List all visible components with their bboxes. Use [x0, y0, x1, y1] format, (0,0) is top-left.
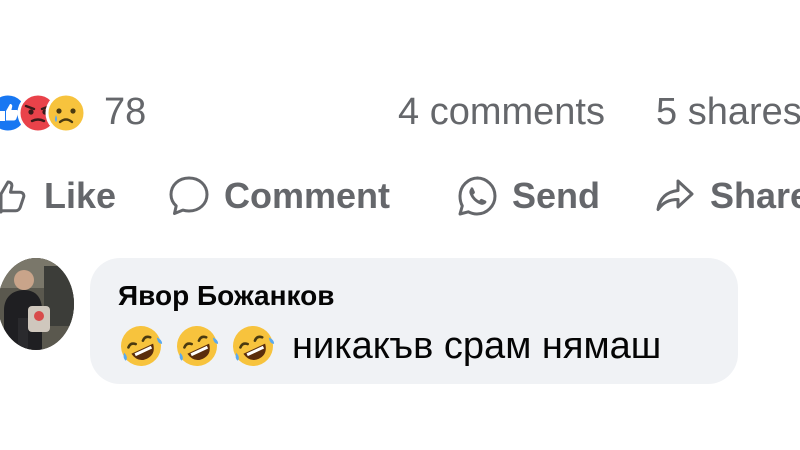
share-button[interactable]: Share	[652, 168, 800, 224]
comment-button[interactable]: Comment	[166, 168, 390, 224]
commenter-avatar[interactable]	[0, 258, 74, 350]
like-label: Like	[44, 175, 117, 216]
thumbs-up-icon	[0, 180, 26, 214]
comment-text: никакъв срам нямаш	[118, 322, 661, 370]
send-button[interactable]: Send	[454, 168, 600, 224]
reaction-icons[interactable]	[0, 91, 96, 135]
comment-body: никакъв срам нямаш	[292, 324, 662, 367]
comments-count-link[interactable]: 4 comments	[398, 90, 605, 134]
rolling-on-floor-laughing-icon	[233, 326, 275, 366]
rolling-on-floor-laughing-icon	[177, 326, 219, 366]
comment-label: Comment	[224, 175, 391, 216]
reactions-summary: 78 4 comments 5 shares	[0, 84, 800, 140]
reaction-count[interactable]: 78	[104, 90, 146, 134]
send-label: Send	[512, 175, 601, 216]
whatsapp-icon	[458, 176, 497, 216]
avatar-photo	[0, 258, 74, 350]
post-action-bar: Like Comment Send Share	[0, 168, 800, 224]
shares-count-link[interactable]: 5 shares	[656, 90, 800, 134]
share-label: Share	[710, 175, 800, 216]
rolling-on-floor-laughing-icon	[121, 326, 163, 366]
comment-bubble: Явор Божанков никакъв срам нямаш	[90, 258, 738, 384]
comment-author[interactable]: Явор Божанков	[118, 280, 334, 312]
comment-bubble-icon	[169, 176, 209, 215]
like-button[interactable]: Like	[0, 168, 116, 224]
share-arrow-icon	[656, 179, 694, 211]
sad-icon	[45, 92, 87, 134]
